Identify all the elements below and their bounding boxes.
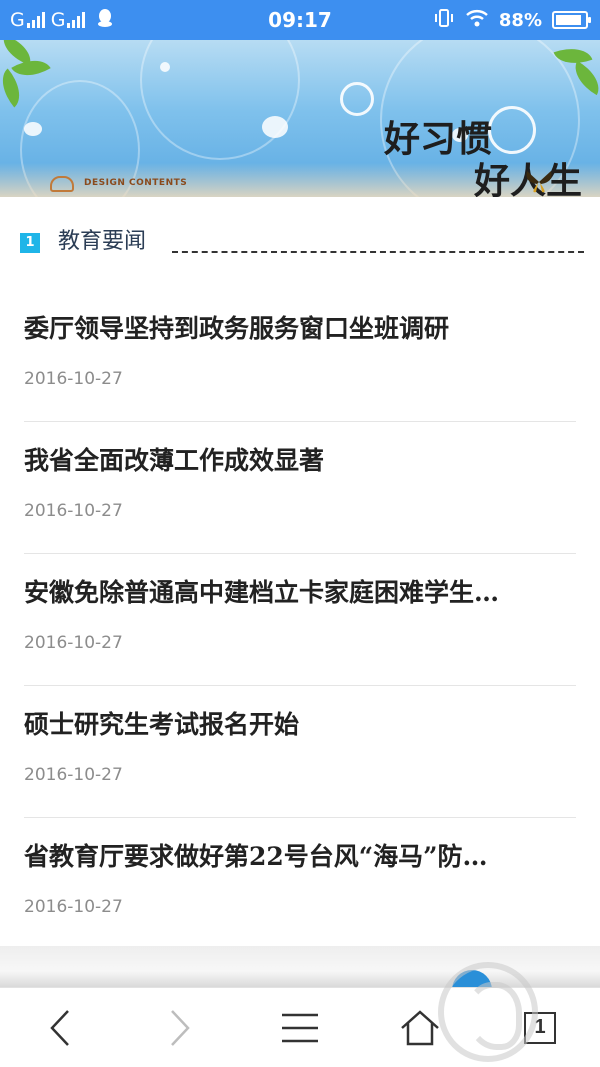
butterfly-icon bbox=[526, 171, 552, 193]
news-date: 2016-10-27 bbox=[24, 897, 123, 917]
news-title[interactable]: 省教育厅要求做好第22号台风“海马”防… bbox=[24, 838, 576, 876]
news-date: 2016-10-27 bbox=[24, 633, 123, 653]
menu-button[interactable] bbox=[260, 988, 340, 1067]
news-title[interactable]: 安徽免除普通高中建档立卡家庭困难学生… bbox=[24, 574, 576, 612]
news-title[interactable]: 我省全面改薄工作成效显著 bbox=[24, 442, 576, 480]
battery-percent: 88% bbox=[498, 9, 542, 31]
vibrate-icon bbox=[433, 7, 455, 34]
battery-icon bbox=[552, 11, 591, 29]
menu-icon bbox=[282, 1013, 318, 1043]
section-number-badge: 1 bbox=[20, 233, 40, 253]
banner-design-text: DESIGN CONTENTS bbox=[84, 178, 188, 188]
news-title[interactable]: 委厅领导坚持到政务服务窗口坐班调研 bbox=[24, 310, 576, 348]
news-item[interactable]: 我省全面改薄工作成效显著 2016-10-27 bbox=[24, 422, 576, 554]
news-date: 2016-10-27 bbox=[24, 369, 123, 389]
back-arrow-icon bbox=[50, 1010, 69, 1046]
section-title: 教育要闻 bbox=[58, 229, 147, 254]
news-item[interactable]: 省教育厅要求做好第22号台风“海马”防… 2016-10-27 bbox=[24, 818, 576, 950]
home-icon bbox=[401, 1010, 439, 1046]
news-item[interactable]: 委厅领导坚持到政务服务窗口坐班调研 2016-10-27 bbox=[24, 290, 576, 422]
forward-button[interactable] bbox=[140, 988, 220, 1067]
back-button[interactable] bbox=[20, 988, 100, 1067]
floating-assistant-icon[interactable] bbox=[438, 962, 538, 1062]
banner-image[interactable]: DESIGN CONTENTS 好习惯 好人生 bbox=[0, 40, 600, 197]
status-bar: G G 09:17 88% bbox=[0, 0, 600, 40]
banner-slogan-line1: 好习惯 bbox=[383, 118, 492, 160]
section-divider bbox=[172, 251, 584, 253]
news-date: 2016-10-27 bbox=[24, 765, 123, 785]
news-item[interactable]: 硕士研究生考试报名开始 2016-10-27 bbox=[24, 686, 576, 818]
section-header: 1 教育要闻 bbox=[20, 228, 584, 258]
status-right: 88% bbox=[433, 0, 591, 40]
wifi-icon bbox=[465, 8, 489, 33]
forward-arrow-icon bbox=[171, 1010, 190, 1046]
news-item[interactable]: 安徽免除普通高中建档立卡家庭困难学生… 2016-10-27 bbox=[24, 554, 576, 686]
design-logo-icon bbox=[50, 176, 74, 192]
news-list: 委厅领导坚持到政务服务窗口坐班调研 2016-10-27 我省全面改薄工作成效显… bbox=[24, 290, 576, 950]
news-date: 2016-10-27 bbox=[24, 501, 123, 521]
news-title[interactable]: 硕士研究生考试报名开始 bbox=[24, 706, 576, 744]
